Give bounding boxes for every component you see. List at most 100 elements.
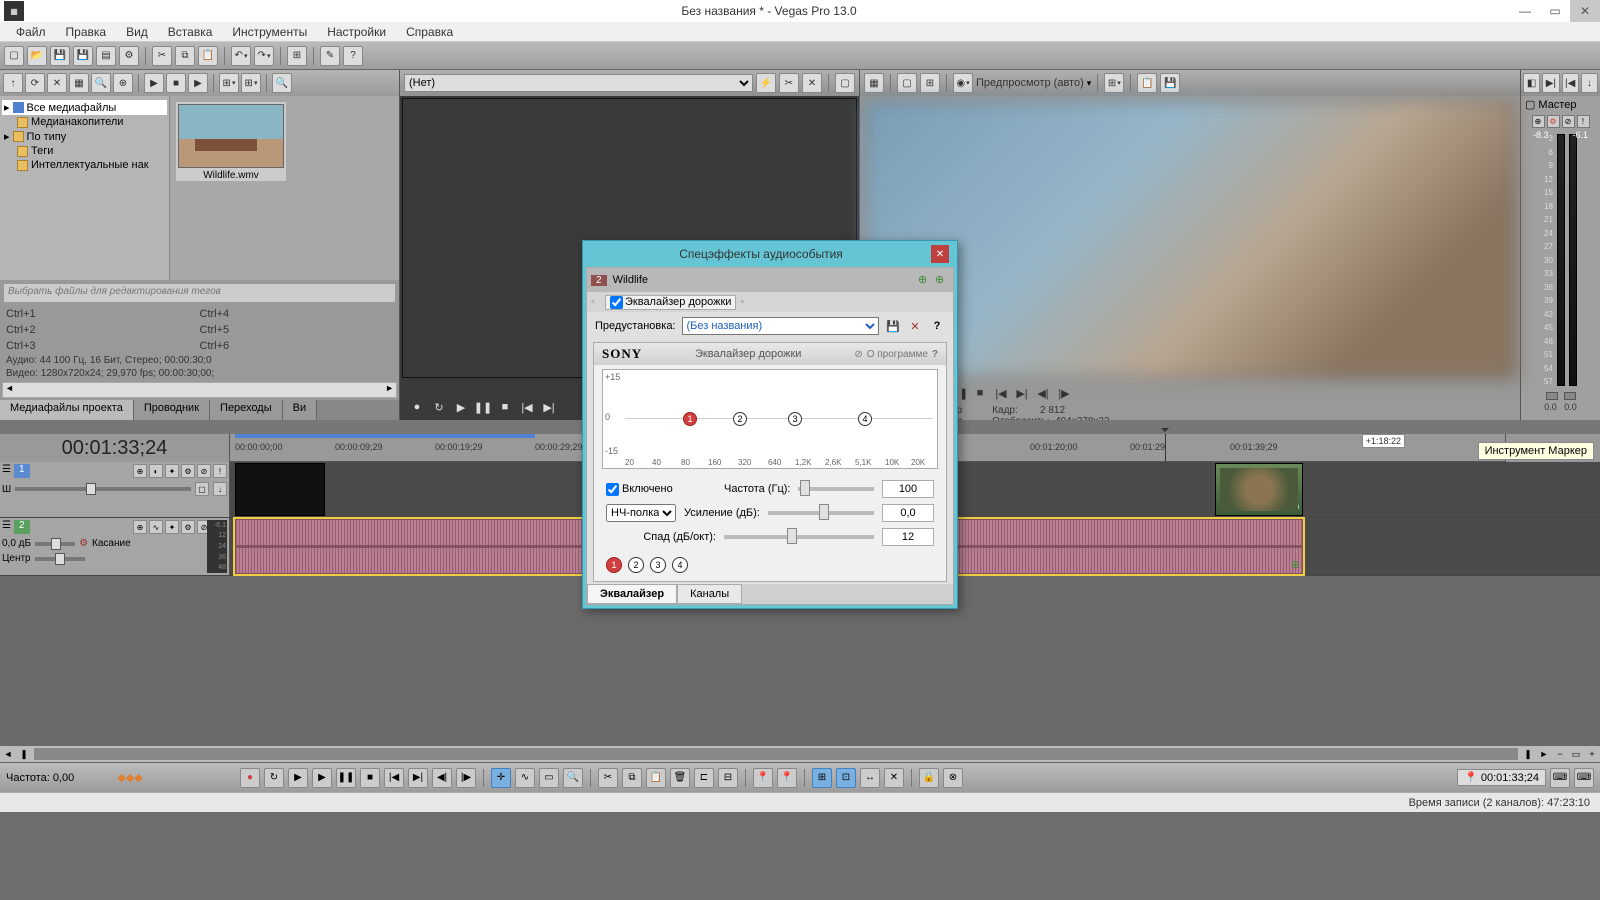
goend-icon[interactable]: ▶| [408,768,428,788]
snapshot-icon[interactable]: 📋 [1137,73,1157,93]
normal-edit-icon[interactable]: ✛ [491,768,511,788]
tab-channels[interactable]: Каналы [677,584,742,604]
remove-icon[interactable]: ✕ [802,73,822,93]
splitscreen-icon[interactable]: ⊞ [920,73,940,93]
open-icon[interactable]: 📂 [27,46,47,66]
tree-drives[interactable]: Медианакопители [2,115,167,129]
play-icon[interactable]: ▶ [452,398,470,416]
menu-insert[interactable]: Вставка [158,23,223,41]
tag-box[interactable]: Выбрать файлы для редактирования тегов [3,283,396,303]
gain-slider[interactable] [768,511,874,515]
fx-dd-icon[interactable]: ⚙ [181,464,195,478]
fader-l[interactable] [1546,392,1558,400]
delete-icon[interactable]: ✕ [47,73,67,93]
eq-band-1[interactable]: 1 [683,412,697,426]
play-icon[interactable]: ▶ [144,73,164,93]
menu-file[interactable]: Файл [6,23,56,41]
timeline-scroll[interactable]: ◄❚❚►−▭+ [0,746,1600,762]
tab-project-media[interactable]: Медиафайлы проекта [0,400,134,420]
preset-dropdown[interactable]: (Без названия) [682,317,880,335]
m-btn2[interactable]: ▶| [1542,73,1559,93]
capture-icon[interactable]: 🔍 [91,73,111,93]
split-icon[interactable]: ⊟ [718,768,738,788]
autocross-icon[interactable]: ✕ [884,768,904,788]
region-icon[interactable]: 📍 [777,768,797,788]
tab-video[interactable]: Ви [283,400,317,420]
menu-tools[interactable]: Инструменты [222,23,317,41]
redo-icon[interactable]: ↷ [254,46,274,66]
project-props-icon[interactable]: ▦ [864,73,884,93]
master-fx-icon[interactable]: ⊕ [1532,115,1545,128]
bypass-icon[interactable]: ⊕ [133,464,147,478]
autoplay-icon[interactable]: ▶ [188,73,208,93]
quality-icon[interactable]: ◉ [953,73,973,93]
saveas-icon[interactable]: 💾 [73,46,93,66]
gear-icon[interactable]: ⚙ [181,520,195,534]
quantize-icon[interactable]: ⊡ [836,768,856,788]
band-btn-4[interactable]: 4 [672,557,688,573]
automation-icon[interactable]: ◐ [149,464,163,478]
eq-band-3[interactable]: 3 [788,412,802,426]
search-icon[interactable]: 🔍 [272,73,292,93]
menu-options[interactable]: Настройки [317,23,396,41]
dialog-close-icon[interactable]: ✕ [931,245,949,263]
band-btn-3[interactable]: 3 [650,557,666,573]
tab-equalizer[interactable]: Эквалайзер [587,584,677,604]
goend-icon[interactable]: ▶| [1013,384,1031,402]
fx2-icon[interactable]: ✂ [779,73,799,93]
gostart-icon[interactable]: |◀ [992,384,1010,402]
marker-icon[interactable]: 📍 [753,768,773,788]
bottom-timecode[interactable]: 📍 00:01:33;24 [1457,769,1546,786]
gain-input[interactable] [882,504,934,522]
refresh-icon[interactable]: ⟳ [25,73,45,93]
band-enable-checkbox[interactable] [606,483,619,496]
mute-icon[interactable]: ⊘ [197,464,211,478]
tree-all-media[interactable]: ▸Все медиафайлы [2,100,167,115]
ext-monitor-icon[interactable]: ▢ [897,73,917,93]
fx-icon[interactable]: ✦ [165,464,179,478]
properties-icon[interactable]: ⚙ [119,46,139,66]
cut-icon[interactable]: ✂ [152,46,172,66]
render-icon[interactable]: ▤ [96,46,116,66]
minimize-button[interactable]: — [1510,0,1540,22]
marker-tool-icon[interactable]: ✎ [320,46,340,66]
eq-band-4[interactable]: 4 [858,412,872,426]
quality-label[interactable]: Предпросмотр (авто) [976,77,1084,89]
cut-icon[interactable]: ✂ [598,768,618,788]
help-icon[interactable]: ? [343,46,363,66]
tab-transitions[interactable]: Переходы [210,400,283,420]
nextframe-icon[interactable]: |▶ [1055,384,1073,402]
rate-marker[interactable]: +1:18:22 [1362,434,1405,448]
menu-edit[interactable]: Правка [56,23,117,41]
views-icon[interactable]: ⊞ [219,73,239,93]
rolloff-input[interactable] [882,528,934,546]
loop-icon[interactable]: ↻ [430,398,448,416]
trim-icon[interactable]: ⊏ [694,768,714,788]
import-icon[interactable]: ▦ [69,73,89,93]
snap-icon[interactable]: ⊞ [812,768,832,788]
delete-icon[interactable]: 🗑 [670,768,690,788]
media-tree[interactable]: ▸Все медиафайлы Медианакопители ▸По типу… [0,96,170,280]
chain-fx-icon[interactable]: ⊕ [935,273,949,287]
nextframe-icon[interactable]: |▶ [456,768,476,788]
prevframe-icon[interactable]: ◀| [1034,384,1052,402]
video-clip[interactable] [235,463,325,516]
bypass-icon[interactable]: ⊕ [133,520,147,534]
gostart-icon[interactable]: |◀ [384,768,404,788]
m-btn1[interactable]: ◧ [1523,73,1540,93]
new-icon[interactable]: ▢ [4,46,24,66]
play-icon[interactable]: ▶ [312,768,332,788]
save-icon[interactable]: 💾 [50,46,70,66]
pan-slider[interactable] [35,557,85,561]
media-thumb[interactable]: Wildlife.wmv [176,102,286,181]
tree-bytype[interactable]: ▸По типу [2,129,167,144]
freq-slider[interactable] [798,487,874,491]
stop-icon[interactable]: ■ [496,398,514,416]
save-snap-icon[interactable]: 💾 [1160,73,1180,93]
views2-icon[interactable]: ⊞ [241,73,261,93]
stop-icon[interactable]: ■ [360,768,380,788]
next-fx-icon[interactable]: ◦ [740,296,750,308]
add-fx-icon[interactable]: ⊕ [918,273,932,287]
record-icon[interactable]: ● [408,398,426,416]
playhead[interactable] [1165,434,1166,461]
